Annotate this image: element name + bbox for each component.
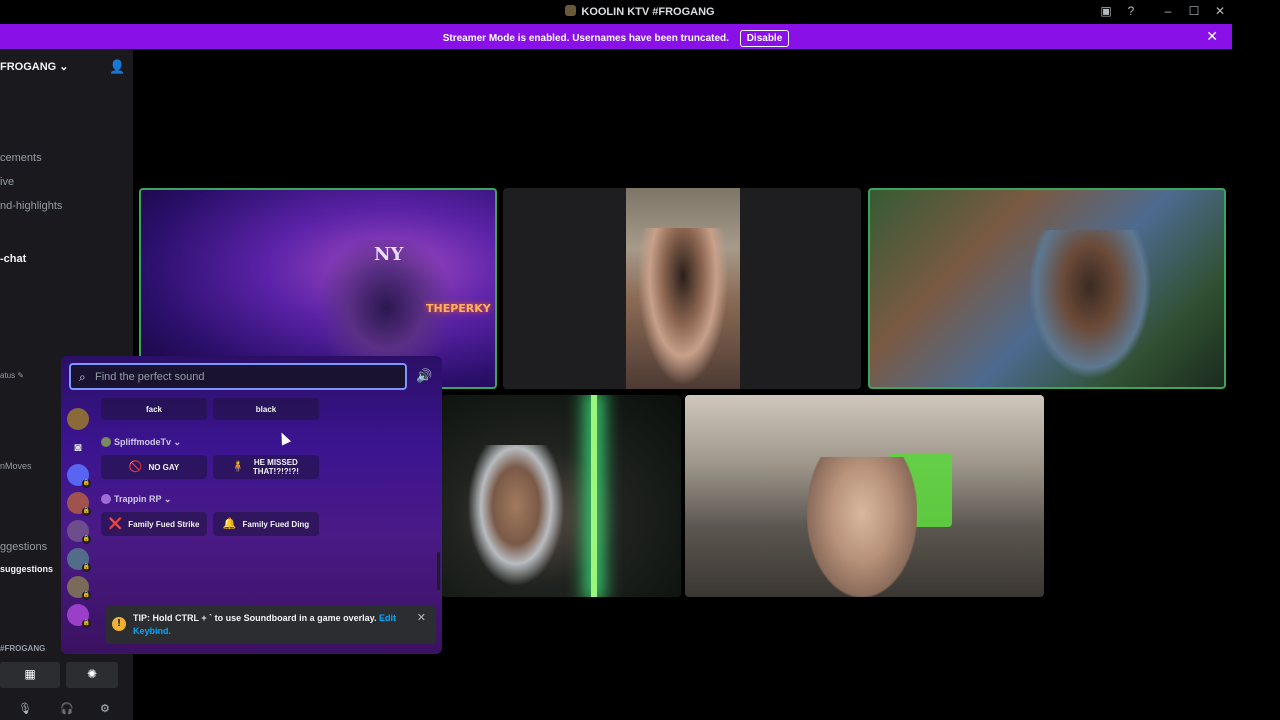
volume-icon[interactable]: 🔊 [416,368,432,384]
maximize-button[interactable]: ☐ [1187,4,1201,18]
sidebar-status-label: atus [0,371,16,380]
led-light-strip [591,395,597,597]
server-avatar-icon[interactable]: 🔒 [67,464,91,488]
sidebar-channel[interactable]: nd-highlights [0,200,62,212]
sidebar-channel[interactable]: suggestions [0,564,53,574]
soundboard-category-rail: ◙ 🔒 🔒 🔒 🔒 🔒 🔒 [61,400,95,654]
microphone-icon[interactable]: 🎙 [18,702,32,715]
participant-video [1020,230,1160,387]
sound-button[interactable]: ❌ Family Fued Strike [101,512,207,536]
sound-button[interactable]: 🚫 NO GAY [101,455,207,479]
close-tip-icon[interactable]: ✕ [417,611,426,624]
scrollbar[interactable] [437,552,440,590]
pencil-icon: ✎ [17,371,25,380]
activities-icon[interactable]: ▦ [0,662,60,688]
video-tile-2[interactable] [503,188,861,389]
server-avatar-icon[interactable]: 🔒 [67,604,91,628]
person-icon: 🧍 [231,460,245,473]
user-panel: ▦ ✺ 🎙 🎧 ⚙ [0,662,133,720]
participant-video [461,445,571,597]
category-name: SpliffmodeTv [114,437,172,447]
sound-label: NO GAY [148,462,180,472]
lock-icon: 🔒 [82,479,91,488]
lock-icon: 🔒 [82,563,91,572]
streamer-mode-banner: Streamer Mode is enabled. Usernames have… [0,24,1232,49]
close-window-button[interactable]: ✕ [1213,4,1227,18]
video-tile-4[interactable] [441,395,681,597]
cap-logo: NY [374,244,404,265]
prohibited-icon: 🚫 [128,460,143,473]
chevron-down-icon: ⌄ [163,494,172,504]
title-bar: KOOLIN KTV #FROGANG ▣ ? – ☐ ✕ [0,0,1280,23]
lock-icon: 🔒 [82,591,91,600]
server-avatar-icon[interactable]: 🔒 [67,548,91,572]
server-avatar-icon[interactable] [67,408,89,430]
sound-category-header[interactable]: SpliffmodeTv ⌄ [101,437,181,448]
sound-label: Family Fued Strike [128,519,200,529]
sound-label: HE MISSED THAT!?!?!?! [252,458,299,476]
sidebar-channel[interactable]: cements [0,152,42,164]
strike-x-icon: ❌ [108,517,123,530]
participant-video [626,188,740,389]
soundboard-tip: ! TIP: Hold CTRL + ` to use Soundboard i… [106,606,436,644]
sidebar-channel[interactable]: ggestions [0,541,47,553]
category-avatar-icon [101,437,111,447]
sidebar-channel[interactable]: ive [0,176,14,188]
close-banner-icon[interactable]: ✕ [1206,28,1218,45]
lock-icon: 🔒 [82,619,91,628]
video-tile-5[interactable] [685,395,1044,597]
soundboard-panel: ⌕ 🔊 ◙ 🔒 🔒 🔒 🔒 🔒 🔒 fack black SpliffmodeT… [61,356,442,654]
sound-button[interactable]: black [213,398,319,420]
server-avatar-icon[interactable]: 🔒 [67,576,91,600]
add-member-icon[interactable]: 👤 [109,59,125,75]
soundboard-search[interactable]: ⌕ [69,363,407,390]
banner-message-row: Streamer Mode is enabled. Usernames have… [0,30,1232,47]
sound-button[interactable]: 🧍 HE MISSED THAT!?!?!?! [213,455,319,479]
settings-gear-icon[interactable]: ⚙ [100,702,110,715]
window-title-text: KOOLIN KTV #FROGANG [581,6,715,18]
discord-icon[interactable]: ◙ [67,436,89,458]
lock-icon: 🔒 [82,535,91,544]
bell-icon: 🔔 [222,517,237,530]
headphones-icon[interactable]: 🎧 [60,702,74,715]
search-icon: ⌕ [79,370,86,384]
participant-figure [636,228,730,389]
sound-button[interactable]: fack [101,398,207,420]
video-tile-3[interactable] [868,188,1226,389]
inbox-icon[interactable]: ▣ [1099,4,1113,18]
neon-sign: THEPERKY [426,302,491,315]
soundboard-toggle-icon[interactable]: ✺ [66,662,118,688]
sound-category-header[interactable]: Trappin RP ⌄ [101,494,171,505]
sidebar-channel[interactable]: nMoves [0,461,32,471]
server-avatar-icon[interactable]: 🔒 [67,492,91,516]
server-name-header[interactable]: FROGANG ⌄ [0,60,69,73]
sidebar-channel[interactable]: -chat [0,253,26,265]
tip-text-block: TIP: Hold CTRL + ` to use Soundboard in … [133,612,398,638]
help-icon[interactable]: ? [1124,4,1138,18]
chevron-down-icon: ⌄ [59,61,69,73]
minimize-button[interactable]: – [1161,4,1175,18]
voice-channel-label: #FROGANG [0,644,46,653]
app-logo-icon [565,5,577,16]
category-avatar-icon [101,494,111,504]
window-title: KOOLIN KTV #FROGANG [0,5,1280,18]
sidebar-status[interactable]: atus ✎ [0,371,24,380]
sound-label: fack [145,404,162,414]
participant-video [807,457,917,597]
category-name: Trappin RP [114,494,162,504]
lock-icon: 🔒 [82,507,91,516]
disable-streamer-mode-button[interactable]: Disable [739,30,790,47]
sound-label: Family Fued Ding [242,519,310,529]
sound-label: black [255,404,277,414]
sound-button[interactable]: 🔔 Family Fued Ding [213,512,319,536]
warning-icon: ! [112,617,126,631]
server-avatar-icon[interactable]: 🔒 [67,520,91,544]
tip-text: TIP: Hold CTRL + ` to use Soundboard in … [133,613,377,623]
chevron-down-icon: ⌄ [173,437,182,447]
sound-search-input[interactable] [95,368,395,386]
banner-message: Streamer Mode is enabled. Usernames have… [442,33,729,44]
server-name: FROGANG [0,61,57,73]
